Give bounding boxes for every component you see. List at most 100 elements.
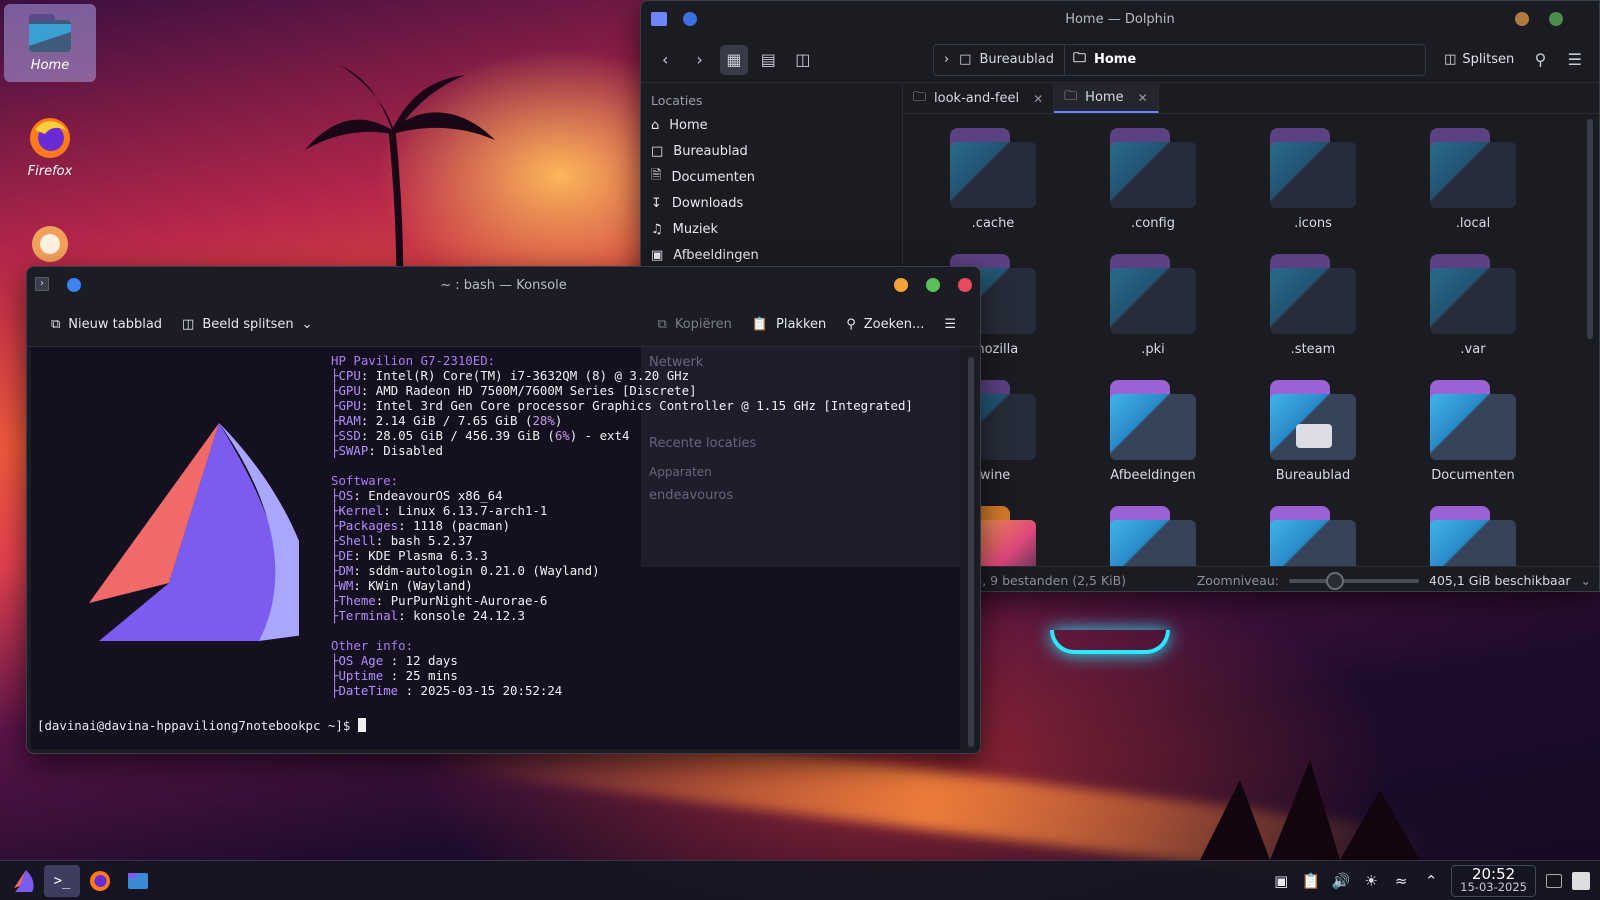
fetch-heading: Software: bbox=[331, 473, 399, 488]
search-button[interactable]: ⚲ Zoeken... bbox=[840, 310, 930, 340]
close-tab-icon[interactable]: ✕ bbox=[1138, 91, 1148, 105]
wallpaper-palm-tree bbox=[305, 65, 495, 290]
forward-button[interactable]: › bbox=[685, 45, 713, 75]
place-home[interactable]: ⌂ Home bbox=[641, 112, 902, 138]
search-icon: ⚲ bbox=[846, 317, 856, 332]
file-item[interactable]: Bureaublad bbox=[1243, 380, 1383, 483]
scrollbar[interactable] bbox=[1587, 119, 1593, 339]
download-icon: ↧ bbox=[651, 195, 662, 211]
details-view-button[interactable]: ◫ bbox=[789, 45, 817, 75]
split-view-button[interactable]: ◫ Beeld splitsen ⌄ bbox=[176, 310, 318, 340]
tab-look-and-feel[interactable]: 🗀 look-and-feel ✕ bbox=[903, 84, 1055, 113]
file-item[interactable]: .local bbox=[1403, 128, 1543, 231]
dolphin-titlebar[interactable]: Home — Dolphin bbox=[641, 1, 1599, 37]
music-icon: ♫ bbox=[651, 221, 663, 237]
close-button[interactable] bbox=[958, 278, 972, 292]
scrollbar[interactable] bbox=[968, 357, 974, 747]
new-tab-button[interactable]: ⧉ Nieuw tabblad bbox=[45, 310, 168, 340]
text-cursor bbox=[357, 718, 366, 732]
desktop-icon-home[interactable]: Home bbox=[4, 4, 96, 82]
window-title: ~ : bash — Konsole bbox=[440, 277, 567, 293]
tab-home[interactable]: 🗀 Home ✕ bbox=[1054, 84, 1159, 113]
wallpaper-palm-tree bbox=[1200, 760, 1420, 860]
window-overview-icon[interactable] bbox=[1546, 873, 1562, 888]
copy-button[interactable]: ⧉ Kopiëren bbox=[652, 310, 738, 340]
file-item[interactable]: .cache bbox=[923, 128, 1063, 231]
screenshot-icon[interactable]: ▣ bbox=[1271, 871, 1291, 891]
breadcrumb-item-current[interactable]: 🗀 Home bbox=[1063, 44, 1136, 75]
minimize-button[interactable] bbox=[1515, 12, 1529, 26]
file-item[interactable]: .var bbox=[1403, 254, 1543, 357]
folder-icon: 🗀 bbox=[1064, 88, 1078, 104]
hamburger-menu-button[interactable]: ☰ bbox=[1561, 45, 1589, 75]
brightness-icon[interactable]: ☀ bbox=[1361, 871, 1381, 891]
dolphin-app-icon bbox=[651, 12, 667, 26]
file-item[interactable] bbox=[1403, 506, 1543, 566]
zoom-slider-handle[interactable] bbox=[1325, 571, 1344, 590]
chevron-up-icon[interactable]: ⌃ bbox=[1421, 871, 1441, 891]
konsole-window[interactable]: › ~ : bash — Konsole ⧉ Nieuw tabblad ◫ Bee… bbox=[26, 266, 981, 754]
dolphin-icon[interactable] bbox=[120, 865, 156, 897]
split-button[interactable]: ◫ Splitsen bbox=[1444, 52, 1514, 67]
file-item[interactable] bbox=[1243, 506, 1383, 566]
desktop-icon-firefox[interactable]: Firefox bbox=[4, 110, 96, 188]
terminal-area[interactable]: Netwerk Recente locaties Apparaten endea… bbox=[31, 347, 960, 749]
file-item[interactable]: Documenten bbox=[1403, 380, 1543, 483]
shell-prompt[interactable]: [davinai@davina-hppaviliong7notebookpc ~… bbox=[37, 718, 366, 733]
chevron-right-icon[interactable]: › bbox=[944, 52, 949, 67]
split-icon: ◫ bbox=[1444, 52, 1457, 67]
volume-icon[interactable]: 🔊 bbox=[1331, 871, 1351, 891]
file-item[interactable]: Afbeeldingen bbox=[1083, 380, 1223, 483]
place-muziek[interactable]: ♫ Muziek bbox=[641, 216, 902, 242]
clock[interactable]: 20:52 15-03-2025 bbox=[1451, 864, 1536, 897]
firefox-icon[interactable] bbox=[82, 865, 118, 897]
firefox-icon bbox=[27, 116, 73, 160]
maximize-button[interactable] bbox=[1549, 12, 1563, 26]
fetch-row: ├OS: EndeavourOS x86_64 bbox=[331, 488, 503, 503]
app-launcher-icon[interactable] bbox=[6, 865, 42, 897]
file-name: .config bbox=[1131, 216, 1175, 231]
paste-button[interactable]: 📋 Plakken bbox=[746, 310, 832, 340]
place-bureaublad[interactable]: □ Bureaublad bbox=[641, 138, 902, 164]
file-item[interactable]: .pki bbox=[1083, 254, 1223, 357]
folder-icon bbox=[1430, 506, 1516, 566]
window-title: Home — Dolphin bbox=[1065, 11, 1175, 27]
konsole-icon[interactable]: >_ bbox=[44, 864, 80, 897]
fetch-row: ├GPU: AMD Radeon HD 7500M/7600M Series [… bbox=[331, 383, 697, 398]
split-icon: ◫ bbox=[182, 317, 195, 332]
icons-view-button[interactable]: ▦ bbox=[719, 44, 749, 75]
zoom-slider[interactable] bbox=[1289, 571, 1419, 590]
folder-icon: 🗀 bbox=[1072, 50, 1086, 66]
desktop-icon-label: Firefox bbox=[27, 164, 73, 179]
file-item[interactable]: .steam bbox=[1243, 254, 1383, 357]
search-button[interactable]: ⚲ bbox=[1526, 45, 1554, 75]
minimize-button[interactable] bbox=[894, 278, 908, 292]
file-item[interactable]: .icons bbox=[1243, 128, 1383, 231]
taskbar: >_ ▣ 📋 🔊 ☀ ≈ ⌃ 20:52 15-03-2025 bbox=[0, 860, 1600, 900]
place-downloads[interactable]: ↧ Downloads bbox=[641, 190, 902, 216]
wifi-icon[interactable]: ≈ bbox=[1391, 871, 1411, 891]
compact-view-button[interactable]: ▤ bbox=[754, 45, 782, 75]
file-name: .local bbox=[1455, 216, 1491, 231]
file-item[interactable]: .config bbox=[1083, 128, 1223, 231]
back-button[interactable]: ‹ bbox=[651, 45, 679, 75]
fetch-row: ├DM: sddm-autologin 0.21.0 (Wayland) bbox=[331, 563, 600, 578]
close-tab-icon[interactable]: ✕ bbox=[1033, 92, 1043, 106]
konsole-titlebar[interactable]: › ~ : bash — Konsole bbox=[27, 267, 980, 303]
clipboard-icon[interactable]: 📋 bbox=[1301, 871, 1321, 891]
fetch-row: ├RAM: 2.14 GiB / 7.65 GiB (28%) bbox=[331, 413, 563, 428]
document-icon: 🗎 bbox=[651, 168, 662, 183]
hamburger-menu-button[interactable]: ☰ bbox=[938, 310, 962, 340]
place-documenten[interactable]: 🗎 Documenten bbox=[641, 164, 902, 190]
pin-icon[interactable] bbox=[67, 278, 81, 292]
breadcrumb-item[interactable]: □ Bureaublad bbox=[959, 52, 1054, 67]
breadcrumb[interactable]: › □ Bureaublad 🗀 Home bbox=[932, 43, 1427, 76]
place-afbeeldingen[interactable]: ▣ Afbeeldingen bbox=[641, 242, 902, 268]
maximize-button[interactable] bbox=[926, 278, 940, 292]
file-item[interactable] bbox=[1083, 506, 1223, 566]
fetch-row: ├SSD: 28.05 GiB / 456.39 GiB (6%) - ext4 bbox=[331, 428, 630, 443]
chevron-down-icon[interactable]: ⌄ bbox=[1581, 573, 1591, 588]
pin-icon[interactable] bbox=[683, 12, 697, 26]
fetch-row: ├Theme: PurPurNight-Aurorae-6 bbox=[331, 593, 548, 608]
show-desktop-icon[interactable] bbox=[1572, 871, 1590, 890]
